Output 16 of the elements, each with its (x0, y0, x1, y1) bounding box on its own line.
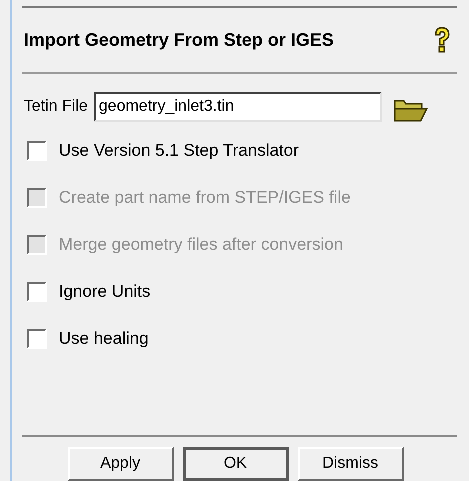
checkbox-label: Use Version 5.1 Step Translator (59, 140, 300, 162)
dialog-button[interactable]: Dismiss (298, 447, 404, 481)
checkbox[interactable] (27, 329, 47, 349)
checkbox-label: Create part name from STEP/IGES file (59, 187, 351, 210)
checkbox[interactable] (27, 282, 47, 302)
checkbox-label: Ignore Units (59, 281, 151, 304)
dialog-button[interactable]: OK (182, 447, 288, 481)
folder-icon[interactable] (394, 98, 428, 122)
field-label: Tetin File (24, 97, 88, 117)
input-field[interactable]: geometry_inlet3.tin (94, 92, 382, 122)
dialog-button[interactable]: Apply (68, 447, 174, 481)
checkbox-label: Use healing (59, 328, 149, 350)
help-icon[interactable] (433, 26, 451, 54)
checkbox-label: Merge geometry files after conversion (59, 234, 344, 256)
dialog-title: Import Geometry From Step or IGES (24, 28, 334, 52)
checkbox[interactable] (27, 141, 47, 161)
